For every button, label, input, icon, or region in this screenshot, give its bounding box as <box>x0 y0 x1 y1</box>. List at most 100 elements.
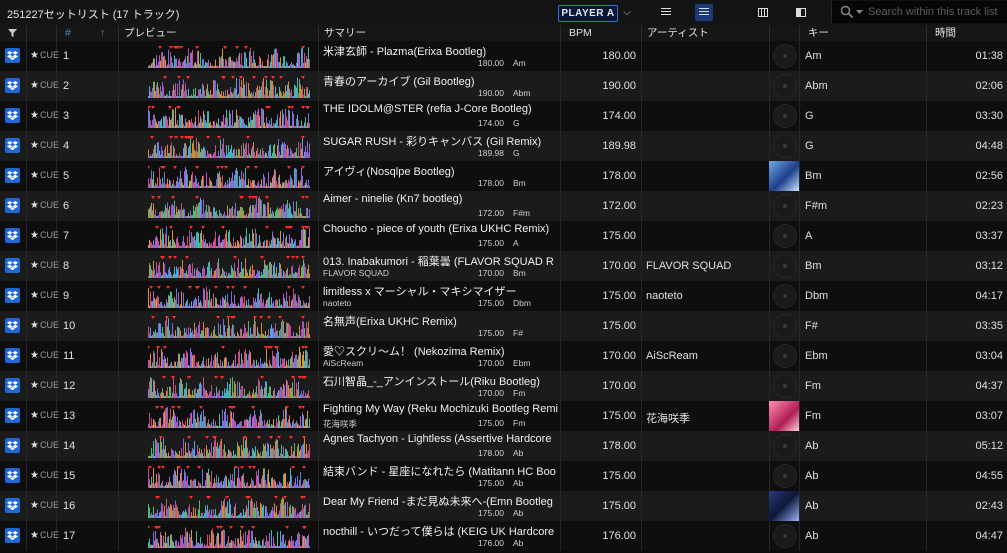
table-row[interactable]: ★ CUE 13 Fighting My Way (Reku Mochizuki Bo… <box>0 401 1007 431</box>
rating-star-icon[interactable]: ★ <box>30 80 39 91</box>
rating-star-icon[interactable]: ★ <box>30 380 39 391</box>
column-divider <box>318 221 319 251</box>
search-options-caret-icon[interactable] <box>856 10 863 15</box>
filter-column-header[interactable] <box>0 25 26 41</box>
rating-star-icon[interactable]: ★ <box>30 110 39 121</box>
key-column-header[interactable]: キー <box>799 25 926 41</box>
filter-icon[interactable] <box>8 29 17 37</box>
dropbox-icon[interactable] <box>5 258 20 273</box>
table-row[interactable]: ★ CUE 9 limitless x マーシャル・マキシマイザー naoteto 175… <box>0 281 1007 311</box>
dropbox-icon[interactable] <box>5 528 20 543</box>
table-row[interactable]: ★ CUE 8 013. Inabakumori - 稲葉曇 (FLAVOR SQUA… <box>0 251 1007 281</box>
waveform-preview[interactable] <box>147 106 310 128</box>
waveform-preview[interactable] <box>146 166 310 188</box>
waveform-preview[interactable] <box>146 346 310 368</box>
waveform-preview[interactable] <box>148 376 310 398</box>
rating-star-icon[interactable]: ★ <box>30 140 39 151</box>
duration-value: 03:12 <box>975 260 1003 272</box>
table-row[interactable]: ★ CUE 1 米津玄師 - Plazma(Erixa Bootleg) 180.00 A… <box>0 41 1007 71</box>
table-row[interactable]: ★ CUE 17 nocthill - いつだって僕らは (KEIG UK Hardc… <box>0 521 1007 551</box>
cue-label: CUE <box>40 140 60 150</box>
rating-star-icon[interactable]: ★ <box>30 200 39 211</box>
number-column-header[interactable]: # ↑ <box>56 25 118 41</box>
table-row[interactable]: ★ CUE 12 石川智晶_-_アンインストール(Riku Bootleg) 170.0… <box>0 371 1007 401</box>
chevron-down-icon[interactable]: ⌵ <box>620 5 634 20</box>
table-row[interactable]: ★ CUE 7 Choucho - piece of youth (Erixa UKH… <box>0 221 1007 251</box>
search-box[interactable] <box>831 1 1007 23</box>
track-number: 2 <box>63 80 70 92</box>
waveform-preview[interactable] <box>148 196 310 218</box>
column-divider <box>118 251 119 281</box>
rating-star-icon[interactable]: ★ <box>30 440 39 451</box>
dropbox-icon[interactable] <box>5 198 20 213</box>
dropbox-icon[interactable] <box>5 378 20 393</box>
rating-star-icon[interactable]: ★ <box>30 350 39 361</box>
waveform-preview[interactable] <box>148 286 310 308</box>
waveform-preview[interactable] <box>148 226 310 248</box>
rating-star-icon[interactable]: ★ <box>30 470 39 481</box>
sort-ascending-icon[interactable]: ↑ <box>100 25 105 41</box>
rating-star-icon[interactable]: ★ <box>30 260 39 271</box>
bpm-column-header[interactable]: BPM <box>560 25 641 41</box>
waveform-preview[interactable] <box>148 136 310 158</box>
preview-column-header[interactable]: プレビュー <box>118 25 318 41</box>
dropbox-icon[interactable] <box>5 318 20 333</box>
waveform-preview[interactable] <box>148 466 310 488</box>
waveform-preview[interactable] <box>148 76 310 98</box>
dropbox-icon[interactable] <box>5 408 20 423</box>
dropbox-icon[interactable] <box>5 228 20 243</box>
dropbox-icon[interactable] <box>5 138 20 153</box>
status-column-header[interactable] <box>26 25 56 41</box>
waveform-preview[interactable] <box>148 316 310 338</box>
rating-star-icon[interactable]: ★ <box>30 230 39 241</box>
table-row[interactable]: ★ CUE 4 SUGAR RUSH - 彩りキャンバス (Gil Remix) 189… <box>0 131 1007 161</box>
compact-list-view-icon[interactable] <box>695 4 713 21</box>
table-row[interactable]: ★ CUE 11 愛♡スクリ～ム！ (Nekozima Remix) AiScReam 1… <box>0 341 1007 371</box>
search-input[interactable] <box>868 4 1006 20</box>
split-view-icon[interactable] <box>792 4 810 21</box>
waveform-preview[interactable] <box>148 46 310 68</box>
dropbox-icon[interactable] <box>5 78 20 93</box>
table-row[interactable]: ★ CUE 14 Agnes Tachyon - Lightless (Asserti… <box>0 431 1007 461</box>
waveform-preview[interactable] <box>148 436 310 458</box>
summary-key: G <box>513 118 520 128</box>
column-view-icon[interactable] <box>754 4 772 21</box>
table-row[interactable]: ★ CUE 6 Aimer - ninelie (Kn7 bootleg) 172.00… <box>0 191 1007 221</box>
summary-column-header[interactable]: サマリー <box>318 25 560 41</box>
waveform-preview[interactable] <box>148 496 310 518</box>
column-divider <box>26 401 27 431</box>
track-title: Aimer - ninelie (Kn7 bootleg) <box>323 193 463 205</box>
list-view-icon[interactable] <box>657 4 675 21</box>
dropbox-icon[interactable] <box>5 48 20 63</box>
artist-name: 花海咲季 <box>646 413 690 425</box>
table-row[interactable]: ★ CUE 2 青春のアーカイブ (Gil Bootleg) 190.00 Abm 190.… <box>0 71 1007 101</box>
table-row[interactable]: ★ CUE 16 Dear My Friend -まだ見ぬ未来へ-(Emn Bootl… <box>0 491 1007 521</box>
dropbox-icon[interactable] <box>5 288 20 303</box>
dropbox-icon[interactable] <box>5 468 20 483</box>
summary-bpm: 175.00 <box>478 418 504 428</box>
table-row[interactable]: ★ CUE 10 名無声(Erixa UKHC Remix) 175.00 F# 175.0… <box>0 311 1007 341</box>
time-column-header[interactable]: 時間 <box>926 25 1007 41</box>
rating-star-icon[interactable]: ★ <box>30 500 39 511</box>
rating-star-icon[interactable]: ★ <box>30 530 39 541</box>
table-row[interactable]: ★ CUE 3 THE IDOLM@STER (refia J-Core Bootle… <box>0 101 1007 131</box>
rating-star-icon[interactable]: ★ <box>30 170 39 181</box>
artist-column-header[interactable]: アーティスト <box>641 25 769 41</box>
waveform-preview[interactable] <box>146 526 310 548</box>
artwork-column-header[interactable] <box>769 25 799 41</box>
table-row[interactable]: ★ CUE 5 アイヴィ(Nosqlpe Bootleg) 178.00 Bm 178.00… <box>0 161 1007 191</box>
player-select-button[interactable]: PLAYER A <box>558 5 618 22</box>
rating-star-icon[interactable]: ★ <box>30 290 39 301</box>
rating-star-icon[interactable]: ★ <box>30 410 39 421</box>
table-row[interactable]: ★ CUE 15 結束バンド - 星座になれたら (Matitann HC Boo 17… <box>0 461 1007 491</box>
dropbox-icon[interactable] <box>5 498 20 513</box>
dropbox-icon[interactable] <box>5 348 20 363</box>
dropbox-icon[interactable] <box>5 108 20 123</box>
rating-star-icon[interactable]: ★ <box>30 320 39 331</box>
waveform-preview[interactable] <box>148 406 310 428</box>
rating-star-icon[interactable]: ★ <box>30 50 39 61</box>
dropbox-icon[interactable] <box>5 168 20 183</box>
dropbox-icon[interactable] <box>5 438 20 453</box>
column-divider <box>118 161 119 191</box>
waveform-preview[interactable] <box>148 256 310 278</box>
